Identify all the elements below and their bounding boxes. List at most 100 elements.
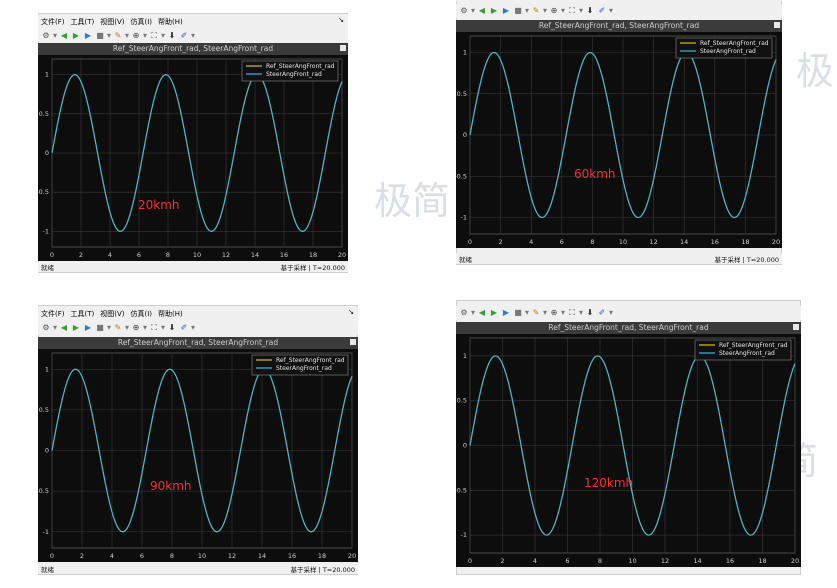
chevron-down-icon[interactable]: ▾ [161,31,165,41]
style-icon[interactable]: ✐ [597,6,607,16]
stop-icon[interactable]: ■ [513,308,523,318]
chart-axes: 0 2 4 6 8 10 12 14 16 18 20 1 0.5 0 -0.5 -1 Ref_SteerAng… [456,35,780,246]
plot-area[interactable]: Ref_SteerAngFront_rad, SteerAngFront_rad… [38,337,358,562]
step-back-icon[interactable]: ◀ [477,6,487,16]
chevron-down-icon[interactable]: ▾ [609,308,613,318]
chevron-down-icon[interactable]: ▾ [561,6,565,16]
trigger-icon[interactable]: ⬇ [585,308,595,318]
menu-item[interactable]: 文件(F) [41,309,65,319]
fit-to-view-icon[interactable]: ⛶ [149,31,159,41]
chevron-down-icon[interactable]: ▾ [543,308,547,318]
zoom-icon[interactable]: ⊕ [549,308,559,318]
chevron-down-icon[interactable]: ▾ [543,6,547,16]
settings-icon[interactable]: ⚙ [41,31,51,41]
menu-item[interactable]: 仿真(I) [131,17,153,27]
chevron-down-icon[interactable]: ▾ [191,323,195,333]
run-icon[interactable]: ▶ [489,308,499,318]
run-icon[interactable]: ▶ [71,31,81,41]
menu-item[interactable]: 仿真(I) [131,309,153,319]
chevron-down-icon[interactable]: ▾ [53,323,57,333]
step-back-icon[interactable]: ◀ [477,308,487,318]
menu-item[interactable]: 帮助(H) [158,17,183,27]
highlight-icon[interactable]: ✎ [113,323,123,333]
status-time: T=20.000 [312,264,345,272]
menu-bar: 文件(F)工具(T)视图(V)仿真(I)帮助(H)↘ [456,0,782,1]
chevron-down-icon[interactable]: ▾ [471,308,475,318]
step-forward-icon[interactable]: ▶ [83,323,93,333]
fit-to-view-icon[interactable]: ⛶ [149,323,159,333]
chevron-down-icon[interactable]: ▾ [525,308,529,318]
x-tick-label: 6 [137,251,141,259]
run-icon[interactable]: ▶ [71,323,81,333]
x-tick-label: 12 [222,251,230,259]
menu-item[interactable]: 帮助(H) [158,309,183,319]
stop-icon[interactable]: ■ [513,6,523,16]
chevron-down-icon[interactable]: ▾ [561,308,565,318]
toolbar: ⚙ ▾ ◀ ▶ ▶ ■ ▾ ✎ ▾ ⊕ ▾ ⛶ ▾ ⬇ ✐ ▾ [38,321,358,335]
menu-item[interactable]: 工具(T) [71,17,95,27]
chevron-down-icon[interactable]: ▾ [609,6,613,16]
chevron-down-icon[interactable]: ▾ [143,323,147,333]
x-tick-label: 6 [140,552,144,560]
trigger-icon[interactable]: ⬇ [167,31,177,41]
style-icon[interactable]: ✐ [179,31,189,41]
settings-icon[interactable]: ⚙ [459,6,469,16]
chevron-down-icon[interactable]: ▾ [125,323,129,333]
zoom-icon[interactable]: ⊕ [549,6,559,16]
x-tick-label: 0 [50,552,54,560]
dock-icon[interactable]: ↘ [348,308,354,316]
menu-item[interactable]: 视图(V) [100,17,124,27]
y-tick-label: -0.5 [38,487,49,495]
chevron-down-icon[interactable]: ▾ [579,6,583,16]
status-mode: 基于采样 [290,566,317,574]
step-back-icon[interactable]: ◀ [59,323,69,333]
highlight-icon[interactable]: ✎ [531,6,541,16]
y-tick-label: -1 [461,214,467,222]
trigger-icon[interactable]: ⬇ [585,6,595,16]
chevron-down-icon[interactable]: ▾ [125,31,129,41]
chevron-down-icon[interactable]: ▾ [191,31,195,41]
plot-area[interactable]: Ref_SteerAngFront_rad, SteerAngFront_rad… [456,20,782,248]
status-mode: 基于采样 [280,264,307,272]
menu-item[interactable]: 工具(T) [71,309,95,319]
step-back-icon[interactable]: ◀ [59,31,69,41]
step-forward-icon[interactable]: ▶ [83,31,93,41]
run-icon[interactable]: ▶ [489,6,499,16]
chevron-down-icon[interactable]: ▾ [471,6,475,16]
chevron-down-icon[interactable]: ▾ [143,31,147,41]
step-forward-icon[interactable]: ▶ [501,6,511,16]
settings-icon[interactable]: ⚙ [41,323,51,333]
plot-area[interactable]: Ref_SteerAngFront_rad, SteerAngFront_rad… [456,322,801,567]
stop-icon[interactable]: ■ [95,323,105,333]
y-tick-label: 0.5 [457,90,467,98]
stop-icon[interactable]: ■ [95,31,105,41]
x-tick-label: 16 [711,238,719,246]
menu-item[interactable]: 视图(V) [100,309,124,319]
chevron-down-icon[interactable]: ▾ [525,6,529,16]
style-icon[interactable]: ✐ [179,323,189,333]
y-tick-label: 0 [45,149,49,157]
fit-to-view-icon[interactable]: ⛶ [567,6,577,16]
fit-to-view-icon[interactable]: ⛶ [567,308,577,318]
menu-item[interactable]: 文件(F) [41,17,65,27]
highlight-icon[interactable]: ✎ [531,308,541,318]
chevron-down-icon[interactable]: ▾ [579,308,583,318]
chevron-down-icon[interactable]: ▾ [53,31,57,41]
speed-label: 60kmh [574,167,616,181]
zoom-icon[interactable]: ⊕ [131,323,141,333]
zoom-icon[interactable]: ⊕ [131,31,141,41]
style-icon[interactable]: ✐ [597,308,607,318]
watermark-text: 极 [796,49,835,93]
highlight-icon[interactable]: ✎ [113,31,123,41]
x-tick-label: 2 [500,557,504,565]
chevron-down-icon[interactable]: ▾ [161,323,165,333]
dock-icon[interactable]: ↘ [338,16,344,24]
chevron-down-icon[interactable]: ▾ [107,31,111,41]
x-tick-label: 6 [565,557,569,565]
step-forward-icon[interactable]: ▶ [501,308,511,318]
trigger-icon[interactable]: ⬇ [167,323,177,333]
x-tick-label: 0 [468,557,472,565]
settings-icon[interactable]: ⚙ [459,308,469,318]
plot-area[interactable]: Ref_SteerAngFront_rad, SteerAngFront_rad… [38,43,348,261]
chevron-down-icon[interactable]: ▾ [107,323,111,333]
